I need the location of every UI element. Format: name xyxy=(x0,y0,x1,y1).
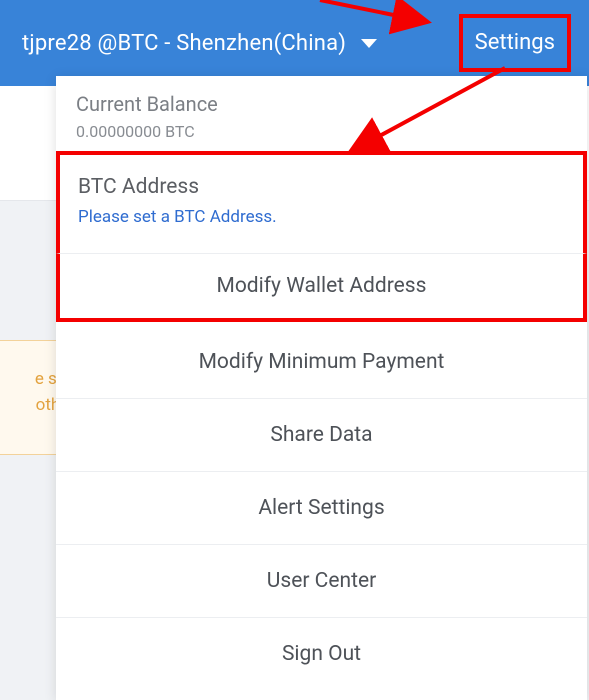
menu-sign-out[interactable]: Sign Out xyxy=(56,617,587,690)
balance-block: Current Balance 0.00000000 BTC xyxy=(56,76,587,151)
settings-dropdown: Current Balance 0.00000000 BTC BTC Addre… xyxy=(56,76,587,700)
menu-modify-minimum-payment[interactable]: Modify Minimum Payment xyxy=(56,322,587,398)
address-prompt-link[interactable]: Please set a BTC Address. xyxy=(78,207,565,227)
top-bar: tjpre28 @BTC - Shenzhen(China) Settings xyxy=(0,0,589,86)
menu-alert-settings[interactable]: Alert Settings xyxy=(56,471,587,544)
settings-button[interactable]: Settings xyxy=(459,14,571,72)
chevron-down-icon xyxy=(360,31,378,56)
balance-label: Current Balance xyxy=(76,92,567,116)
address-label: BTC Address xyxy=(78,175,565,199)
settings-label: Settings xyxy=(475,30,555,55)
menu-modify-wallet-address[interactable]: Modify Wallet Address xyxy=(56,253,587,322)
balance-value: 0.00000000 BTC xyxy=(76,122,567,141)
menu-share-data[interactable]: Share Data xyxy=(56,398,587,471)
account-label: tjpre28 @BTC - Shenzhen(China) xyxy=(22,31,346,56)
btc-address-block: BTC Address Please set a BTC Address. xyxy=(56,151,587,253)
account-selector[interactable]: tjpre28 @BTC - Shenzhen(China) xyxy=(22,31,459,56)
menu-user-center[interactable]: User Center xyxy=(56,544,587,617)
